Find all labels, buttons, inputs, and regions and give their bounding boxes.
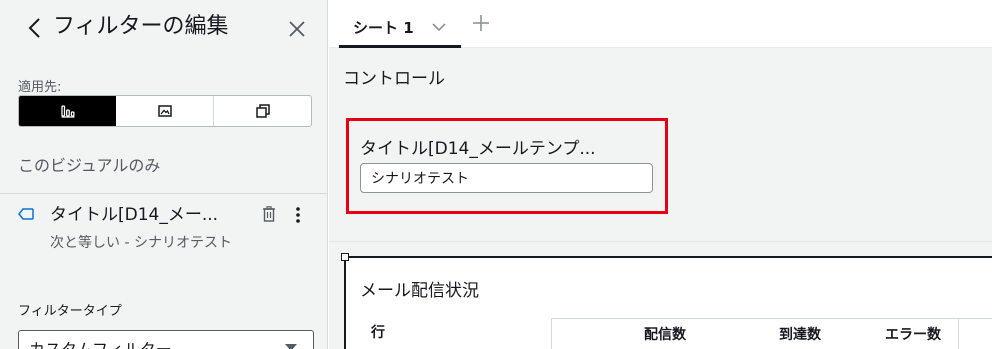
column-header-reached[interactable]: 到達数 <box>746 324 821 344</box>
sheet-canvas: コントロール タイトル[D14_メールテンプ... メール配信状況 行 配信数 … <box>329 48 992 349</box>
filter-panel-header: フィルターの編集 <box>0 0 328 56</box>
caret-down-icon <box>285 344 297 349</box>
filter-type-value: カスタムフィルター <box>29 336 172 349</box>
chevron-left-icon[interactable] <box>26 17 44 39</box>
tag-icon <box>18 208 34 220</box>
table-visual[interactable]: メール配信状況 行 配信数 到達数 エラー数 <box>341 253 992 349</box>
panel-divider <box>0 193 328 194</box>
image-icon <box>157 105 172 117</box>
apply-all-sheets-button[interactable] <box>213 96 311 126</box>
sheet-tab-bar: シート 1 <box>329 0 992 48</box>
apply-visual-button[interactable] <box>19 96 116 126</box>
table-header-rule <box>551 318 992 319</box>
filter-scope-text: このビジュアルのみ <box>18 156 161 175</box>
column-header-errors[interactable]: エラー数 <box>866 324 941 344</box>
bar-chart-icon <box>60 105 75 118</box>
visual-title: メール配信状況 <box>360 281 479 301</box>
column-separator <box>958 318 959 349</box>
control-label: タイトル[D14_メールテンプ... <box>360 139 596 159</box>
filter-description: 次と等しい - シナリオテスト <box>50 235 232 251</box>
control-text-input[interactable] <box>360 163 653 193</box>
sheet-tab[interactable]: シート 1 <box>339 4 461 48</box>
apply-to-label: 適用先: <box>18 80 62 95</box>
filter-list-item[interactable]: タイトル[D14_メー... 次と等しい - シナリオテスト <box>0 196 328 288</box>
resize-handle[interactable] <box>341 253 349 261</box>
more-options-icon[interactable] <box>290 205 306 225</box>
filter-panel-title: フィルターの編集 <box>53 14 229 39</box>
chevron-down-icon[interactable] <box>431 22 447 32</box>
filter-name: タイトル[D14_メー... <box>50 205 219 225</box>
canvas-divider <box>329 241 992 242</box>
column-header-deliveries[interactable]: 配信数 <box>611 324 686 344</box>
controls-section-title: コントロール <box>343 69 445 89</box>
trash-icon[interactable] <box>262 206 276 222</box>
apply-to-segmented-control <box>18 95 312 127</box>
column-separator <box>551 318 552 349</box>
plus-icon[interactable] <box>472 14 490 32</box>
filter-control: タイトル[D14_メールテンプ... <box>346 118 668 214</box>
close-icon[interactable] <box>288 20 306 38</box>
apply-sheet-button[interactable] <box>116 96 213 126</box>
filter-panel: フィルターの編集 適用先: このビジュアルのみ タイトル[D14_メー... 次… <box>0 0 328 349</box>
row-header: 行 <box>371 325 385 341</box>
filter-type-select[interactable]: カスタムフィルター <box>18 330 314 349</box>
filter-type-label: フィルタータイプ <box>18 304 122 319</box>
sheet-tab-label: シート 1 <box>353 19 414 37</box>
copy-icon <box>255 104 270 118</box>
